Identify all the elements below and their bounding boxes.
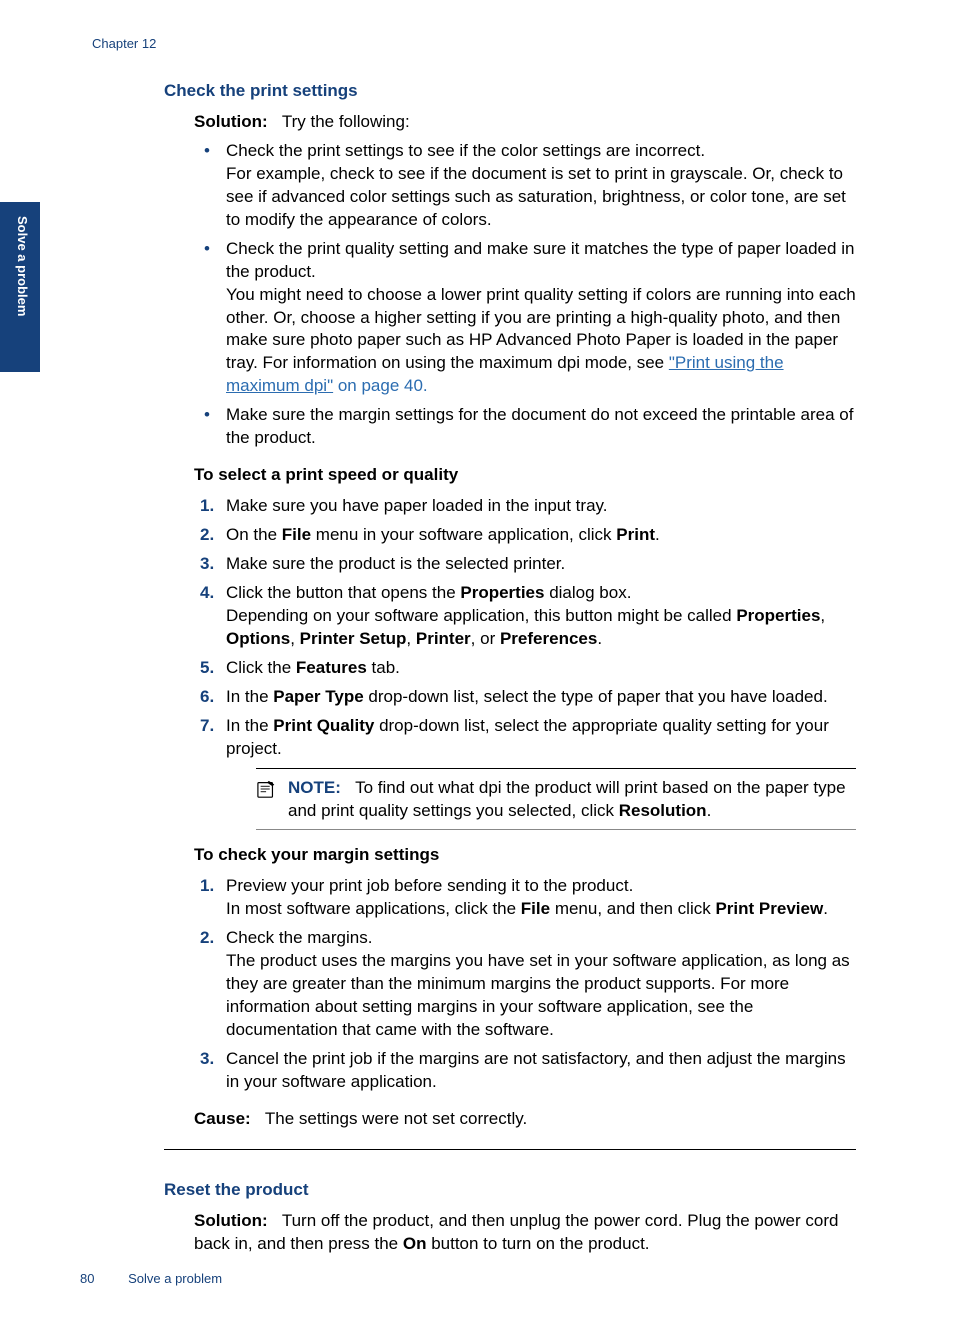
section-heading-check-print-settings: Check the print settings	[164, 81, 856, 101]
text: ,	[820, 606, 825, 625]
sub-heading-print-speed: To select a print speed or quality	[194, 464, 856, 487]
bullet-item: Make sure the margin settings for the do…	[226, 404, 856, 450]
list-item: Preview your print job before sending it…	[226, 875, 856, 921]
text: .	[823, 899, 828, 918]
ordered-list: Make sure you have paper loaded in the i…	[194, 495, 856, 830]
link-suffix: on page 40.	[333, 376, 428, 395]
page-number: 80	[80, 1271, 94, 1286]
section-divider	[164, 1149, 856, 1150]
bold-text: Properties	[460, 583, 544, 602]
ordered-list: Preview your print job before sending it…	[194, 875, 856, 1093]
note-text: To find out what dpi the product will pr…	[288, 778, 846, 820]
text: ,	[290, 629, 299, 648]
cause-text: The settings were not set correctly.	[265, 1109, 527, 1128]
text: menu, and then click	[550, 899, 715, 918]
text: .	[655, 525, 660, 544]
bold-text: Features	[296, 658, 367, 677]
list-item: Check the margins. The product uses the …	[226, 927, 856, 1042]
note-label: NOTE:	[288, 778, 341, 797]
footer-title: Solve a problem	[128, 1271, 222, 1286]
text: , or	[471, 629, 500, 648]
list-item: In the Print Quality drop-down list, sel…	[226, 715, 856, 831]
bold-text: Print Quality	[273, 716, 374, 735]
solution-label: Solution:	[194, 112, 268, 131]
text: menu in your software application, click	[311, 525, 616, 544]
solution-block: Solution: Try the following: Check the p…	[194, 111, 856, 1131]
chapter-label: Chapter 12	[92, 36, 856, 51]
text: Preview your print job before sending it…	[226, 876, 633, 895]
bold-text: On	[403, 1234, 427, 1253]
text: Check the margins.	[226, 928, 372, 947]
list-item: Click the Features tab.	[226, 657, 856, 680]
bold-text: Paper Type	[273, 687, 363, 706]
list-item: On the File menu in your software applic…	[226, 524, 856, 547]
page: Chapter 12 Solve a problem Check the pri…	[0, 0, 954, 1324]
cause-line: Cause: The settings were not set correct…	[194, 1108, 856, 1131]
text: Click the	[226, 658, 296, 677]
note-icon	[256, 779, 278, 799]
sub-heading-margin-settings: To check your margin settings	[194, 844, 856, 867]
text: The product uses the margins you have se…	[226, 951, 850, 1039]
text: tab.	[367, 658, 400, 677]
side-tab: Solve a problem	[0, 202, 40, 372]
text: button to turn on the product.	[426, 1234, 649, 1253]
divider	[256, 768, 856, 769]
text: .	[597, 629, 602, 648]
solution-text: Try the following:	[282, 112, 410, 131]
list-item: Cancel the print job if the margins are …	[226, 1048, 856, 1094]
text: In the	[226, 687, 273, 706]
text: .	[707, 801, 712, 820]
list-item: Make sure the product is the selected pr…	[226, 553, 856, 576]
bold-text: Options	[226, 629, 290, 648]
bold-text: File	[521, 899, 550, 918]
bullet-item: Check the print settings to see if the c…	[226, 140, 856, 232]
cause-label: Cause:	[194, 1109, 251, 1128]
bold-text: Resolution	[619, 801, 707, 820]
text: ,	[406, 629, 415, 648]
note-box: NOTE: To find out what dpi the product w…	[256, 768, 856, 830]
bullet-text: Check the print quality setting and make…	[226, 239, 854, 281]
list-item: Make sure you have paper loaded in the i…	[226, 495, 856, 518]
text: Depending on your software application, …	[226, 606, 736, 625]
bullet-text: Check the print settings to see if the c…	[226, 141, 705, 160]
bold-text: Preferences	[500, 629, 597, 648]
text: In most software applications, click the	[226, 899, 521, 918]
bold-text: Properties	[736, 606, 820, 625]
divider	[256, 829, 856, 830]
list-item: Click the button that opens the Properti…	[226, 582, 856, 651]
bold-text: Printer Setup	[300, 629, 407, 648]
text: In the	[226, 716, 273, 735]
content-area: Check the print settings Solution: Try t…	[164, 81, 856, 1256]
section-heading-reset-product: Reset the product	[164, 1180, 856, 1200]
bold-text: Print	[616, 525, 655, 544]
list-item: In the Paper Type drop-down list, select…	[226, 686, 856, 709]
solution-label: Solution:	[194, 1211, 268, 1230]
solution-block: Solution: Turn off the product, and then…	[194, 1210, 856, 1256]
page-footer: 80 Solve a problem	[80, 1271, 222, 1286]
bullet-text: Make sure the margin settings for the do…	[226, 405, 853, 447]
bold-text: File	[282, 525, 311, 544]
bullet-list: Check the print settings to see if the c…	[194, 140, 856, 450]
text: drop-down list, select the type of paper…	[364, 687, 828, 706]
bold-text: Print Preview	[715, 899, 823, 918]
text: On the	[226, 525, 282, 544]
text: dialog box.	[544, 583, 631, 602]
bullet-text: For example, check to see if the documen…	[226, 164, 846, 229]
bullet-item: Check the print quality setting and make…	[226, 238, 856, 399]
bold-text: Printer	[416, 629, 471, 648]
text: Click the button that opens the	[226, 583, 460, 602]
